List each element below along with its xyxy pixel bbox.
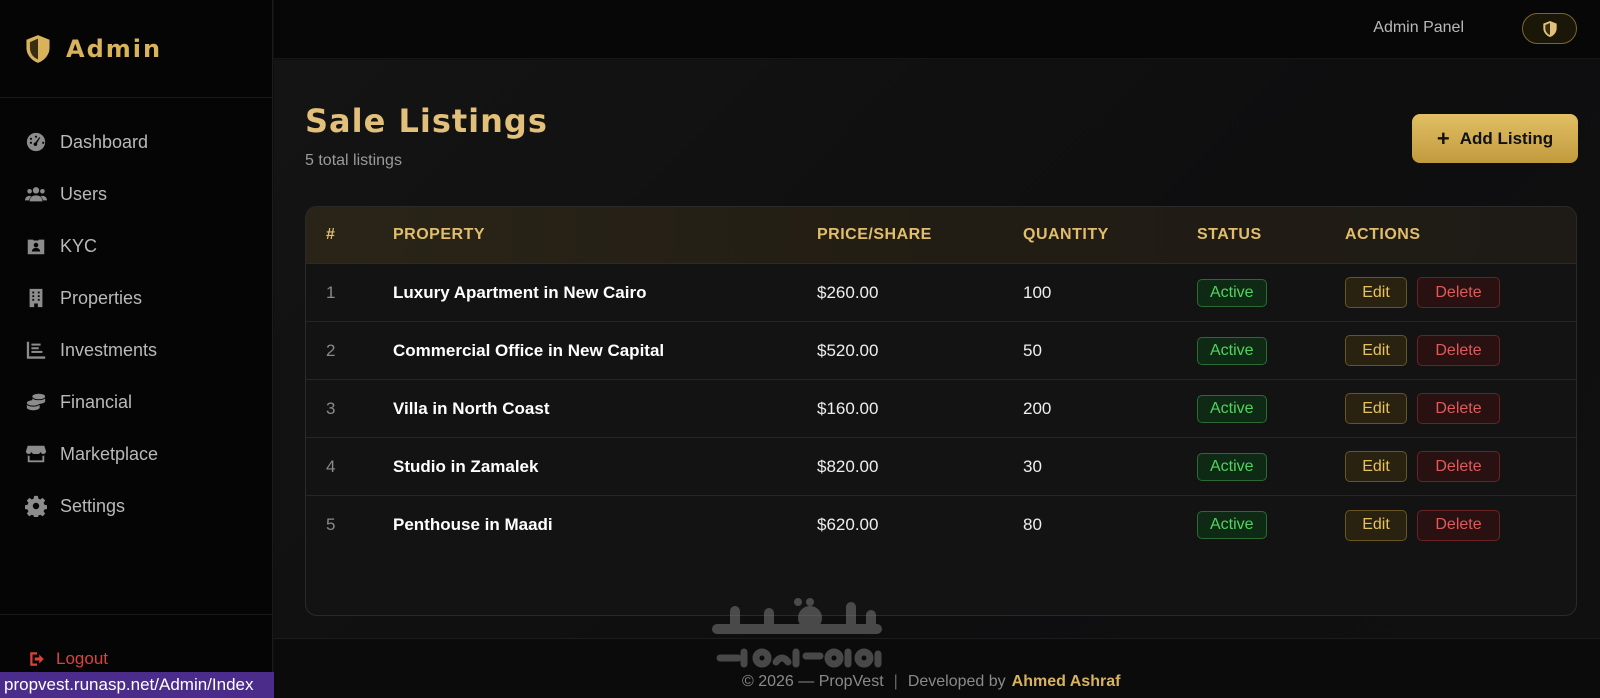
quantity: 30 xyxy=(1023,456,1042,476)
status-badge: Active xyxy=(1197,511,1267,539)
row-number: 4 xyxy=(326,456,336,476)
price-per-share: $520.00 xyxy=(817,340,879,360)
edit-button[interactable]: Edit xyxy=(1345,335,1407,366)
logout-icon xyxy=(30,652,44,666)
coins-icon xyxy=(24,391,48,413)
sidebar-item-label: Investments xyxy=(60,339,158,360)
table-row: 2 Commercial Office in New Capital $520.… xyxy=(306,322,1576,380)
shield-icon xyxy=(1542,20,1557,37)
column-header-num: # xyxy=(326,226,336,243)
gauge-icon xyxy=(24,131,48,153)
chart-icon xyxy=(24,339,48,361)
column-header-quantity: QUANTITY xyxy=(1023,226,1109,243)
main-content: Sale Listings 5 total listings + Add Lis… xyxy=(274,60,1600,638)
sidebar-item-dashboard[interactable]: Dashboard xyxy=(0,116,272,168)
price-per-share: $160.00 xyxy=(817,398,879,418)
table-header: # PROPERTY PRICE/SHARE QUANTITY STATUS A… xyxy=(306,207,1576,264)
property-name: Studio in Zamalek xyxy=(393,456,539,476)
sidebar-item-label: Settings xyxy=(60,495,126,516)
sidebar-item-kyc[interactable]: KYC xyxy=(0,220,272,272)
table-row: 4 Studio in Zamalek $820.00 30 Active Ed… xyxy=(306,438,1576,496)
quantity: 200 xyxy=(1023,398,1052,418)
topbar: Admin Panel xyxy=(274,0,1600,59)
status-badge: Active xyxy=(1197,394,1267,423)
brand-name: Admin xyxy=(66,34,163,63)
copyright: © 2026 — PropVest xyxy=(742,673,884,690)
sidebar-item-investments[interactable]: Investments xyxy=(0,324,272,376)
row-number: 2 xyxy=(326,340,336,360)
row-number: 1 xyxy=(326,282,336,302)
delete-button[interactable]: Delete xyxy=(1417,335,1500,366)
building-icon xyxy=(24,287,48,309)
column-header-price: PRICE/SHARE xyxy=(817,226,932,243)
table-row: 5 Penthouse in Maadi $620.00 80 Active E… xyxy=(306,496,1576,554)
sidebar-item-label: Financial xyxy=(60,391,133,412)
status-badge: Active xyxy=(1197,278,1267,307)
listing-count: 5 total listings xyxy=(305,152,402,169)
sidebar-item-marketplace[interactable]: Marketplace xyxy=(0,428,272,480)
page-title: Sale Listings xyxy=(305,102,548,140)
browser-status-url: propvest.runasp.net/Admin/Index xyxy=(0,672,274,698)
admin-profile-button[interactable] xyxy=(1522,13,1577,44)
author-link[interactable]: Ahmed Ashraf xyxy=(1012,673,1121,691)
footer-text: © 2026 — PropVest | Developed by Ahmed A… xyxy=(742,673,1120,691)
plus-icon: + xyxy=(1436,125,1450,151)
gear-icon xyxy=(24,495,48,517)
shield-icon xyxy=(26,34,50,63)
logout-label: Logout xyxy=(56,649,108,668)
edit-button[interactable]: Edit xyxy=(1345,277,1407,308)
column-header-status: STATUS xyxy=(1197,226,1262,243)
sidebar-item-label: Properties xyxy=(60,287,143,308)
sidebar-item-label: Marketplace xyxy=(60,443,159,464)
table-row: 1 Luxury Apartment in New Cairo $260.00 … xyxy=(306,264,1576,322)
sidebar-item-label: Dashboard xyxy=(60,131,149,152)
edit-button[interactable]: Edit xyxy=(1345,509,1407,541)
sidebar-nav: Dashboard Users KYC Properties Investmen… xyxy=(0,98,272,532)
sidebar-item-users[interactable]: Users xyxy=(0,168,272,220)
quantity: 100 xyxy=(1023,282,1052,302)
sidebar-item-label: Users xyxy=(60,183,108,204)
delete-button[interactable]: Delete xyxy=(1417,451,1500,482)
id-card-icon xyxy=(24,235,48,257)
status-badge: Active xyxy=(1197,336,1267,365)
footer: © 2026 — PropVest | Developed by Ahmed A… xyxy=(274,638,1600,698)
property-name: Villa in North Coast xyxy=(393,398,550,418)
column-header-property: PROPERTY xyxy=(393,226,486,243)
delete-button[interactable]: Delete xyxy=(1417,509,1500,541)
sidebar: Admin Dashboard Users KYC Properties Inv… xyxy=(0,0,273,698)
property-name: Luxury Apartment in New Cairo xyxy=(393,282,647,302)
sidebar-item-label: KYC xyxy=(60,235,98,256)
quantity: 50 xyxy=(1023,340,1042,360)
price-per-share: $260.00 xyxy=(817,282,879,302)
footer-separator: | xyxy=(893,673,898,690)
brand[interactable]: Admin xyxy=(0,0,272,98)
users-icon xyxy=(24,183,48,205)
add-listing-button[interactable]: + Add Listing xyxy=(1412,114,1578,163)
listings-table: # PROPERTY PRICE/SHARE QUANTITY STATUS A… xyxy=(305,206,1577,616)
delete-button[interactable]: Delete xyxy=(1417,277,1500,308)
sidebar-item-financial[interactable]: Financial xyxy=(0,376,272,428)
edit-button[interactable]: Edit xyxy=(1345,451,1407,482)
table-row: 3 Villa in North Coast $160.00 200 Activ… xyxy=(306,380,1576,438)
logout-button[interactable]: Logout xyxy=(28,649,108,669)
price-per-share: $620.00 xyxy=(817,515,879,534)
sidebar-item-settings[interactable]: Settings xyxy=(0,480,272,532)
quantity: 80 xyxy=(1023,515,1042,534)
edit-button[interactable]: Edit xyxy=(1345,393,1407,424)
sidebar-item-properties[interactable]: Properties xyxy=(0,272,272,324)
row-number: 3 xyxy=(326,398,336,418)
price-per-share: $820.00 xyxy=(817,456,879,476)
column-header-actions: ACTIONS xyxy=(1345,226,1421,243)
property-name: Commercial Office in New Capital xyxy=(393,340,665,360)
admin-panel-label: Admin Panel xyxy=(1373,19,1464,36)
status-badge: Active xyxy=(1197,452,1267,481)
property-name: Penthouse in Maadi xyxy=(393,515,553,534)
add-listing-label: Add Listing xyxy=(1459,128,1554,148)
delete-button[interactable]: Delete xyxy=(1417,393,1500,424)
developed-by: Developed by xyxy=(907,673,1006,690)
row-number: 5 xyxy=(326,515,336,534)
store-icon xyxy=(24,443,48,465)
